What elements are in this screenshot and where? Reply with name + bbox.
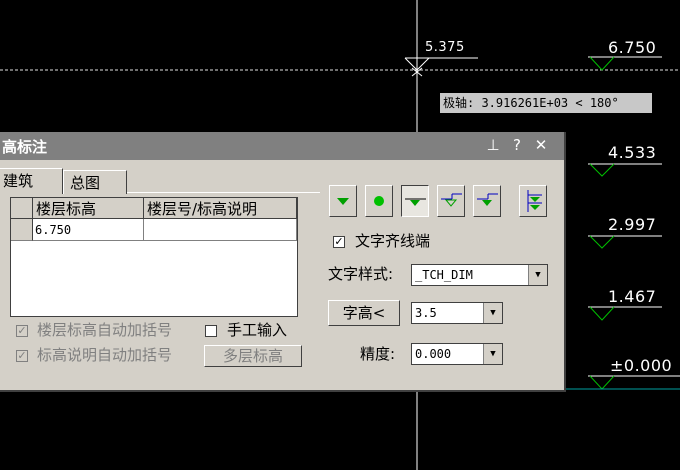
text-style-value: _TCH_DIM: [415, 268, 473, 282]
elevation-mark-1: [588, 56, 662, 71]
chevron-down-icon[interactable]: ▼: [483, 344, 502, 364]
text-height-value: 3.5: [415, 306, 437, 320]
manual-input-label: 手工输入: [227, 321, 288, 339]
elevation-leader-filled-icon: [477, 193, 498, 206]
tab-panel-edge: [127, 192, 320, 193]
column-header-floor-description[interactable]: 楼层号/标高说明: [144, 198, 297, 219]
elevation-mark-5: [566, 375, 680, 390]
align-text-checkbox[interactable]: ✓: [333, 236, 345, 248]
symbol-button-3[interactable]: [401, 185, 429, 217]
symbol-button-5[interactable]: [473, 185, 501, 217]
symbol-button-1[interactable]: [329, 185, 357, 217]
row-header[interactable]: [11, 219, 33, 241]
dialog-titlebar[interactable]: 高标注 ⊥ ? ✕: [0, 132, 564, 160]
elevation-triangle-filled-icon: [337, 198, 349, 205]
elevation-dialog: 高标注 ⊥ ? ✕ 建筑 总图 楼层标高 楼层号/标高说明 6.750 ✓ 楼层…: [0, 132, 566, 392]
elevation-mark-4: [588, 306, 662, 321]
top-elevation-mark: [404, 57, 478, 77]
elevation-leader-blue-icon: [441, 193, 462, 207]
elevation-label-2: 4.533: [608, 143, 657, 162]
tab-site-plan[interactable]: 总图: [63, 170, 127, 194]
column-header-floor-elevation[interactable]: 楼层标高: [33, 198, 144, 219]
chevron-down-icon[interactable]: ▼: [483, 303, 502, 323]
elevation-label-5: ±0.000: [610, 356, 673, 375]
auto-bracket-desc-checkbox[interactable]: ✓: [16, 350, 28, 362]
text-style-select[interactable]: _TCH_DIM ▼: [411, 264, 548, 286]
close-icon[interactable]: ✕: [532, 136, 550, 154]
polar-tracking-tooltip: 极轴: 3.916261E+03 < 180°: [440, 93, 652, 113]
elevation-mark-3: [588, 235, 662, 249]
cursor-elevation-label: 5.375: [425, 40, 465, 55]
elevation-label-1: 6.750: [608, 38, 657, 57]
symbol-button-2[interactable]: [365, 185, 393, 217]
floor-elevation-table[interactable]: 楼层标高 楼层号/标高说明 6.750: [10, 197, 298, 317]
text-height-select[interactable]: 3.5 ▼: [411, 302, 503, 324]
auto-bracket-floor-checkbox[interactable]: ✓: [16, 325, 28, 337]
text-height-pick-button[interactable]: 字高<: [328, 300, 400, 326]
elevation-mark-2: [588, 163, 662, 177]
auto-bracket-floor-label: 楼层标高自动加括号: [37, 321, 173, 339]
symbol-button-6[interactable]: [519, 185, 547, 217]
elevation-label-4: 1.467: [608, 287, 657, 306]
elevation-leader-left-icon: [405, 198, 426, 206]
table-cell-description[interactable]: [144, 219, 297, 241]
chevron-down-icon[interactable]: ▼: [528, 265, 547, 285]
help-icon[interactable]: ?: [508, 136, 526, 154]
multi-floor-elevation-button[interactable]: 多层标高: [204, 345, 302, 367]
align-text-label: 文字齐线端: [355, 232, 431, 250]
tab-architecture[interactable]: 建筑: [0, 168, 63, 194]
precision-label: 精度:: [360, 345, 396, 363]
precision-value: 0.000: [415, 347, 452, 361]
precision-select[interactable]: 0.000 ▼: [411, 343, 503, 365]
text-style-label: 文字样式:: [328, 265, 394, 283]
table-corner: [11, 198, 33, 219]
auto-bracket-desc-label: 标高说明自动加括号: [37, 346, 173, 364]
dialog-title: 高标注: [2, 138, 48, 156]
symbol-button-4[interactable]: [437, 185, 465, 217]
elevation-label-3: 2.997: [608, 215, 657, 234]
elevation-circle-icon: [374, 196, 384, 206]
pin-icon[interactable]: ⊥: [484, 136, 502, 154]
manual-input-checkbox[interactable]: [205, 325, 217, 337]
elevation-multi-flag-icon: [527, 190, 542, 212]
table-cell-elevation[interactable]: 6.750: [33, 219, 144, 241]
